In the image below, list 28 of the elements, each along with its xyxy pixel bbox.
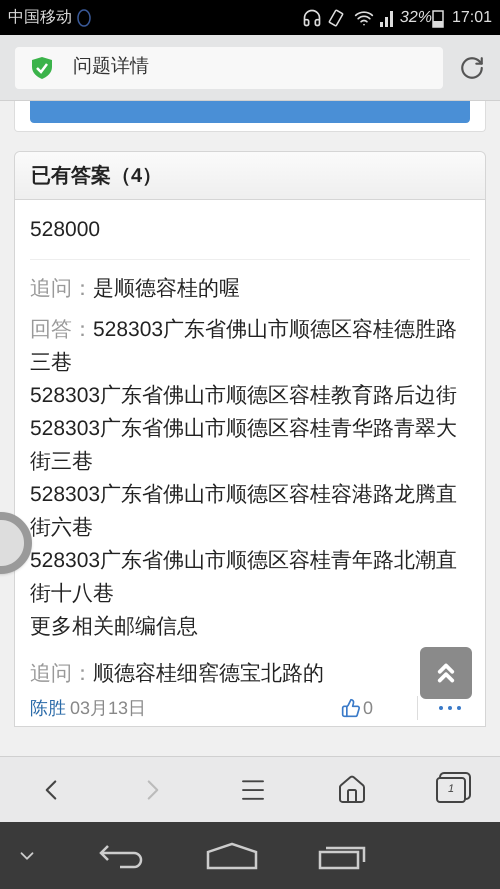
reply-text: 528303广东省佛山市顺德区容桂青华路青翠大街三巷 [30,416,458,475]
answer-text: 528000 [30,218,100,241]
like-button[interactable]: 0 [340,692,373,724]
headphones-icon [302,8,322,28]
carrier-name: 中国移动 [8,8,72,28]
clock: 17:01 [452,8,492,28]
author-link[interactable]: 陈胜 [30,692,66,724]
reply-text: 528303广东省佛山市顺德区容桂容港路龙腾直街六巷 [30,482,458,541]
thumbs-up-icon [340,698,361,718]
battery-percent: 32% [400,8,432,28]
battery-icon [432,8,444,28]
scroll-top-button[interactable] [420,647,472,699]
followup-text: 追问：是顺德容桂的喔 [30,276,240,302]
vibrate-icon [326,8,346,28]
panel-heading: 已有答案（4） [31,163,162,188]
home-outline-icon[interactable] [206,842,258,870]
followup-text: 追问：顺德容桂细窖德宝北路的 [30,661,324,687]
answer-date: 03月13日 [70,696,146,720]
address-field[interactable]: 问题详情 [15,46,443,88]
more-icon[interactable] [438,705,462,711]
page-title: 问题详情 [73,55,149,80]
reply-text: 528303广东省佛山市顺德区容桂教育路后边街 [30,383,458,409]
reply-text: 更多相关邮编信息 [30,614,198,640]
shield-check-icon [31,56,53,80]
home-icon[interactable] [336,774,368,806]
reply-text: 回答：528303广东省佛山市顺德区容桂德胜路三巷 [30,317,458,376]
reply-text: 528303广东省佛山市顺德区容桂青年路北潮直街十八巷 [30,548,458,607]
refresh-icon[interactable] [459,54,485,80]
